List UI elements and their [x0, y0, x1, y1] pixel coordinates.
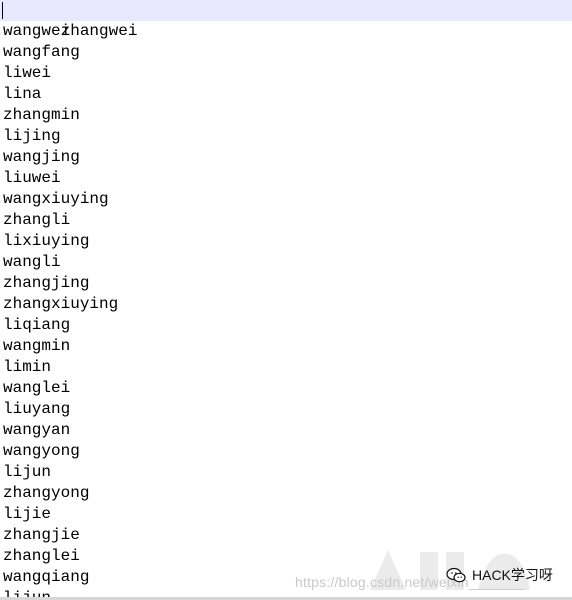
editor-line[interactable]: zhangyong: [0, 483, 572, 504]
editor-line[interactable]: lijing: [0, 126, 572, 147]
editor-line[interactable]: wangfang: [0, 42, 572, 63]
editor-line[interactable]: wangyan: [0, 420, 572, 441]
line-text: lijing: [3, 127, 61, 145]
line-text: wangyan: [3, 421, 71, 439]
line-text: zhangjie: [3, 526, 80, 544]
line-text: lijie: [3, 505, 52, 523]
editor-line[interactable]: liwei: [0, 63, 572, 84]
line-text: limin: [3, 358, 52, 376]
editor-line[interactable]: wangxiuying: [0, 189, 572, 210]
editor-line[interactable]: liqiang: [0, 315, 572, 336]
editor-line[interactable]: zhangxiuying: [0, 294, 572, 315]
editor-line[interactable]: lixiuying: [0, 231, 572, 252]
editor-line[interactable]: wangmin: [0, 336, 572, 357]
editor-line[interactable]: lina: [0, 84, 572, 105]
line-text: lixiuying: [3, 232, 90, 250]
line-text: liuwei: [3, 169, 61, 187]
editor-lines: zhangwei wangwei wangfang liwei lina zha…: [0, 0, 572, 597]
editor-line[interactable]: lijun: [0, 462, 572, 483]
line-text: liuyang: [3, 400, 71, 418]
editor-line[interactable]: liuyang: [0, 399, 572, 420]
line-text: wangli: [3, 253, 61, 271]
editor-line-current[interactable]: zhangwei: [0, 0, 572, 40]
editor-line[interactable]: zhangjing: [0, 273, 572, 294]
editor-line[interactable]: liuwei: [0, 168, 572, 189]
line-text: lina: [3, 85, 42, 103]
watermark-brand-text: HACK学习呀: [472, 567, 553, 583]
editor-line[interactable]: wanglei: [0, 378, 572, 399]
editor-line[interactable]: wangwei: [0, 21, 572, 42]
line-text: wangjing: [3, 148, 80, 166]
wechat-icon: [446, 567, 466, 583]
text-caret: [2, 2, 3, 19]
line-text: liwei: [3, 64, 52, 82]
line-text: wangyong: [3, 442, 80, 460]
line-text: zhanglei: [3, 547, 80, 565]
line-text: wangwei: [3, 22, 71, 40]
line-text: liqiang: [3, 316, 71, 334]
line-text: wanglei: [3, 379, 71, 397]
line-text: zhangjing: [3, 274, 90, 292]
line-text: zhangmin: [3, 106, 80, 124]
editor-line[interactable]: wangyong: [0, 441, 572, 462]
watermark-brand: HACK学习呀: [446, 565, 553, 585]
line-text: wangmin: [3, 337, 71, 355]
editor-line[interactable]: zhangmin: [0, 105, 572, 126]
editor-line[interactable]: lijie: [0, 504, 572, 525]
text-editor[interactable]: zhangwei wangwei wangfang liwei lina zha…: [0, 0, 572, 600]
line-text: wangxiuying: [3, 190, 109, 208]
editor-line[interactable]: wangjing: [0, 147, 572, 168]
line-text: zhangyong: [3, 484, 90, 502]
editor-line[interactable]: wangli: [0, 252, 572, 273]
line-text: wangfang: [3, 43, 80, 61]
line-text: lijun: [3, 463, 52, 481]
editor-line[interactable]: zhangli: [0, 210, 572, 231]
editor-line[interactable]: limin: [0, 357, 572, 378]
line-text: wangqiang: [3, 568, 90, 586]
line-text: zhangli: [3, 211, 71, 229]
line-text: lijun: [3, 589, 51, 597]
line-text: zhangxiuying: [3, 295, 119, 313]
